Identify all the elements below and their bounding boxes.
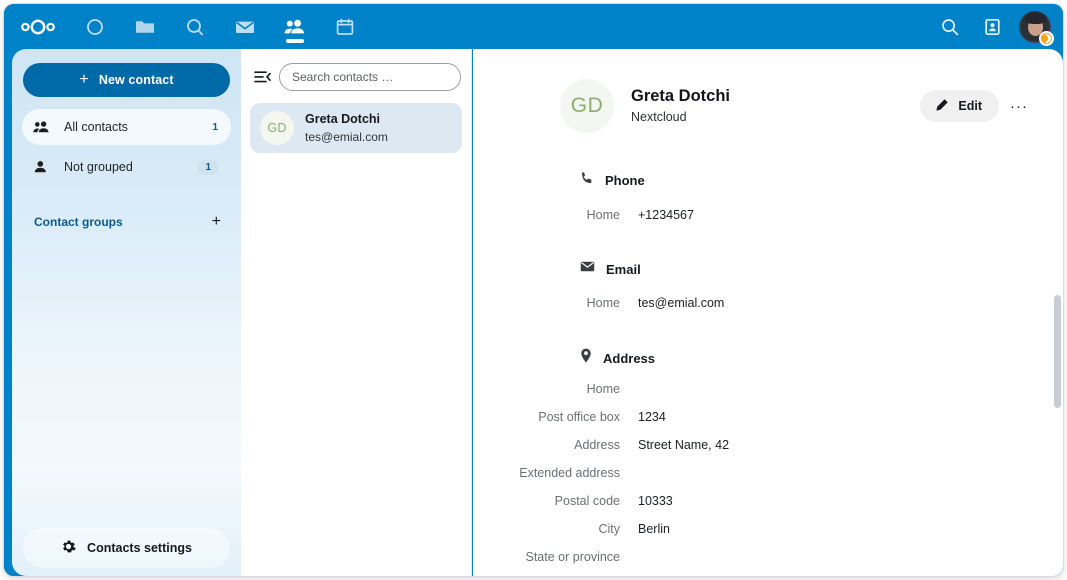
section-title-row: Address xyxy=(473,348,1063,368)
nextcloud-logo[interactable] xyxy=(12,4,64,49)
sidebar-item-not-grouped[interactable]: Not grouped 1 xyxy=(22,149,231,185)
contact-groups-title: Contact groups xyxy=(34,215,212,229)
contacts-menu-icon[interactable] xyxy=(971,4,1013,49)
nav-app-files[interactable] xyxy=(120,4,170,49)
phone-icon xyxy=(580,171,594,190)
nav-app-mail[interactable] xyxy=(220,4,270,49)
contact-groups-header[interactable]: Contact groups + xyxy=(22,205,231,239)
property-label: Home xyxy=(473,208,620,222)
section-address: Address Home Post office box 1234 Addres… xyxy=(473,348,1063,564)
user-avatar[interactable] xyxy=(1019,11,1051,43)
contact-organization: Nextcloud xyxy=(631,108,730,126)
page-title: Greta Dotchi xyxy=(631,86,730,107)
left-rail xyxy=(4,49,12,576)
contacts-settings-label: Contacts settings xyxy=(87,541,192,555)
sidebar-count: 1 xyxy=(198,160,218,175)
section-title-row: Email xyxy=(473,260,1063,278)
contact-header: GD Greta Dotchi Nextcloud Edit xyxy=(473,49,1063,133)
contact-list-panel: GD Greta Dotchi tes@emial.com xyxy=(241,49,472,576)
group-icon xyxy=(33,120,55,134)
more-actions-button[interactable]: ··· xyxy=(1003,90,1035,122)
list-item-meta: Greta Dotchi tes@emial.com xyxy=(305,110,452,146)
section-title-row: Phone xyxy=(473,171,1063,190)
new-contact-button[interactable]: + New contact xyxy=(23,63,230,97)
status-badge xyxy=(1039,31,1054,46)
property-label: State or province xyxy=(473,550,620,564)
nav-app-contacts[interactable] xyxy=(270,4,320,49)
property-value[interactable]: Street Name, 42 xyxy=(620,438,729,452)
nav-app-photos[interactable] xyxy=(170,4,220,49)
email-icon xyxy=(580,260,595,278)
property-label: Address xyxy=(473,438,620,452)
property-label: Home xyxy=(473,382,620,396)
search-icon[interactable] xyxy=(929,4,971,49)
section-email: Email Home tes@emial.com xyxy=(473,260,1063,310)
property-row: City Berlin xyxy=(473,522,1063,536)
property-value[interactable]: tes@emial.com xyxy=(620,296,724,310)
sidebar-item-all-contacts[interactable]: All contacts 1 xyxy=(22,109,231,145)
details-scroll-area: GD Greta Dotchi Nextcloud Edit xyxy=(473,49,1063,576)
contact-title-block: Greta Dotchi Nextcloud xyxy=(631,86,730,127)
pencil-icon xyxy=(935,98,949,115)
nav-app-calendar[interactable] xyxy=(320,4,370,49)
property-label: Home xyxy=(473,296,620,310)
property-row: Postal code 10333 xyxy=(473,494,1063,508)
property-label: Postal code xyxy=(473,494,620,508)
list-item-name: Greta Dotchi xyxy=(305,112,380,126)
add-group-icon[interactable]: + xyxy=(212,214,221,230)
property-row: Address Street Name, 42 xyxy=(473,438,1063,452)
app-navigation xyxy=(70,4,370,49)
header-right-tools xyxy=(929,4,1063,49)
sidebar-label: All contacts xyxy=(64,120,212,134)
app-window: + New contact All contacts 1 xyxy=(4,4,1063,576)
list-item[interactable]: GD Greta Dotchi tes@emial.com xyxy=(250,103,462,153)
avatar: GD xyxy=(260,111,294,145)
person-icon xyxy=(33,160,55,174)
map-pin-icon xyxy=(580,348,592,368)
contact-actions: Edit ··· xyxy=(920,90,1035,122)
edit-label: Edit xyxy=(958,99,982,113)
contact-details-panel: GD Greta Dotchi Nextcloud Edit xyxy=(473,49,1063,576)
property-label: Extended address xyxy=(473,466,620,480)
gear-icon xyxy=(61,539,76,557)
plus-icon: + xyxy=(79,72,88,88)
nav-app-dashboard[interactable] xyxy=(70,4,120,49)
top-header-bar xyxy=(4,4,1063,49)
section-title: Address xyxy=(603,351,655,366)
scrollbar-thumb[interactable] xyxy=(1054,295,1061,408)
list-item-subtitle: tes@emial.com xyxy=(305,130,388,144)
sidebar-label: Not grouped xyxy=(64,160,198,174)
property-row: State or province xyxy=(473,550,1063,564)
section-title: Email xyxy=(606,262,641,277)
app-body: + New contact All contacts 1 xyxy=(4,49,1063,576)
contact-avatar[interactable]: GD xyxy=(560,79,614,133)
navigation-sidebar: + New contact All contacts 1 xyxy=(12,49,241,576)
property-value[interactable]: +1234567 xyxy=(620,208,694,222)
sidebar-spacer xyxy=(22,239,231,528)
edit-button[interactable]: Edit xyxy=(920,90,999,122)
section-title: Phone xyxy=(605,173,645,188)
property-value[interactable]: Berlin xyxy=(620,522,670,536)
section-phone: Phone Home +1234567 xyxy=(473,171,1063,222)
contacts-settings-button[interactable]: Contacts settings xyxy=(23,528,230,568)
search-input[interactable] xyxy=(279,63,461,91)
property-row: Home +1234567 xyxy=(473,208,1063,222)
collapse-sidebar-icon[interactable] xyxy=(251,65,273,89)
sidebar-count: 1 xyxy=(212,122,218,133)
property-row: Extended address xyxy=(473,466,1063,480)
list-search-row xyxy=(250,57,462,97)
new-contact-label: New contact xyxy=(99,73,174,87)
property-label: Post office box xyxy=(473,410,620,424)
property-label: City xyxy=(473,522,620,536)
property-value[interactable]: 10333 xyxy=(620,494,673,508)
property-row: Post office box 1234 xyxy=(473,410,1063,424)
property-row: Home tes@emial.com xyxy=(473,296,1063,310)
property-row: Home xyxy=(473,382,1063,396)
property-value[interactable]: 1234 xyxy=(620,410,666,424)
